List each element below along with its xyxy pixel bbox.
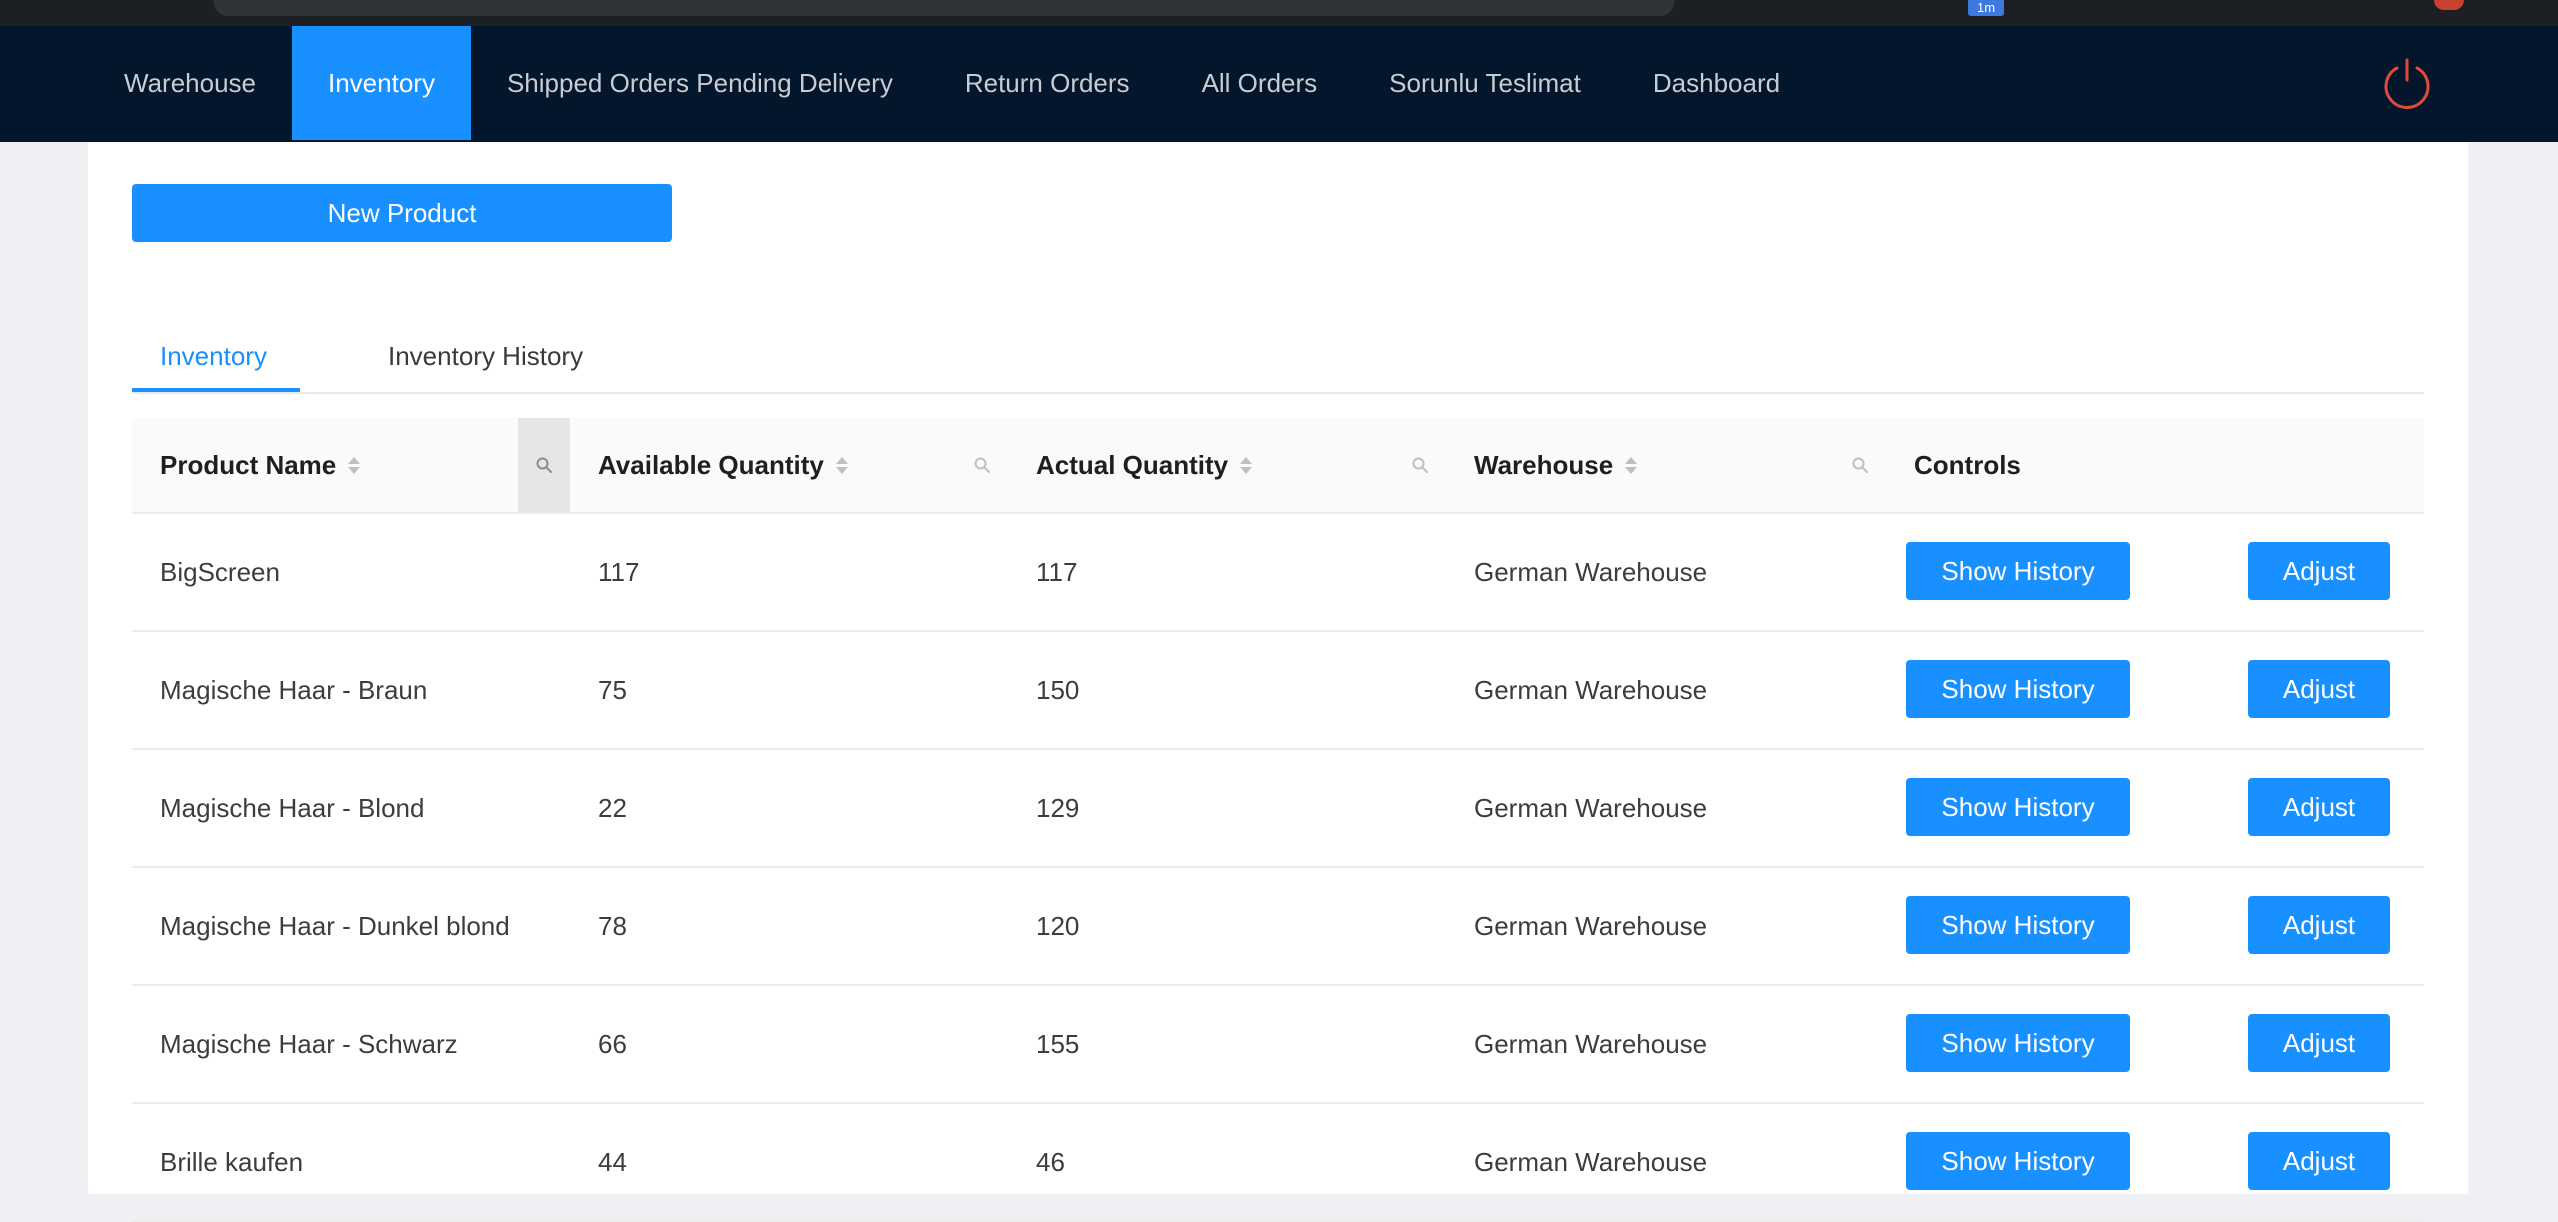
nav-item-inventory[interactable]: Inventory [292, 26, 471, 140]
adjust-button[interactable]: Adjust [2248, 542, 2390, 600]
tab-inventory[interactable]: Inventory [160, 320, 267, 392]
product-name-cell: Brille kaufen [160, 1146, 304, 1177]
sort-icon[interactable] [1240, 456, 1253, 474]
nav-item-return-orders[interactable]: Return Orders [929, 26, 1166, 140]
table-row: Magische Haar - Schwarz 66 155 German Wa… [132, 986, 2424, 1104]
column-title: Actual Quantity [1036, 449, 1229, 480]
adjust-button[interactable]: Adjust [2248, 1014, 2390, 1072]
tab-bar: Inventory Inventory History [132, 320, 2424, 394]
column-title: Warehouse [1474, 449, 1614, 480]
show-history-button[interactable]: Show History [1906, 896, 2130, 954]
actual-quantity-cell: 120 [1036, 910, 1080, 941]
actual-quantity-cell: 150 [1036, 674, 1080, 705]
show-history-button[interactable]: Show History [1906, 1132, 2130, 1190]
sort-icon[interactable] [348, 456, 361, 474]
extension-badge[interactable]: 1m [1968, 0, 2004, 16]
nav-item-dashboard[interactable]: Dashboard [1617, 26, 1816, 140]
show-history-button[interactable]: Show History [1906, 660, 2130, 718]
column-header-product-name[interactable]: Product Name [160, 418, 361, 512]
table-row: Magische Haar - Blond 22 129 German Ware… [132, 750, 2424, 868]
content-panel: New Product Inventory Inventory History … [88, 142, 2468, 1222]
sort-icon[interactable] [835, 456, 848, 474]
table-row: Brille kaufen 44 46 German Warehouse Sho… [132, 1104, 2424, 1222]
search-icon[interactable] [1394, 418, 1446, 512]
nav-item-sorunlu-teslimat[interactable]: Sorunlu Teslimat [1353, 26, 1617, 140]
nav-item-all-orders[interactable]: All Orders [1166, 26, 1354, 140]
warehouse-cell: German Warehouse [1474, 792, 1708, 823]
actual-quantity-cell: 129 [1036, 792, 1080, 823]
nav-item-shipped-orders-pending-delivery[interactable]: Shipped Orders Pending Delivery [471, 26, 929, 140]
logout-button[interactable] [2380, 56, 2434, 110]
adjust-button[interactable]: Adjust [2248, 660, 2390, 718]
actual-quantity-cell: 117 [1036, 556, 1078, 587]
nav-item-warehouse[interactable]: Warehouse [88, 26, 292, 140]
nav-menu: Warehouse Inventory Shipped Orders Pendi… [88, 26, 1816, 140]
available-quantity-cell: 78 [598, 910, 627, 941]
product-name-cell: Magische Haar - Braun [160, 674, 428, 705]
new-product-button[interactable]: New Product [132, 184, 672, 242]
warehouse-cell: German Warehouse [1474, 1146, 1708, 1177]
power-icon [2384, 58, 2430, 109]
warehouse-cell: German Warehouse [1474, 556, 1708, 587]
column-title: Available Quantity [598, 449, 824, 480]
column-header-controls: Controls [1914, 449, 2021, 480]
table-row: Magische Haar - Braun 75 150 German Ware… [132, 632, 2424, 750]
profile-avatar[interactable] [2434, 0, 2464, 10]
available-quantity-cell: 66 [598, 1028, 627, 1059]
available-quantity-cell: 44 [598, 1146, 627, 1177]
actual-quantity-cell: 46 [1036, 1146, 1065, 1177]
available-quantity-cell: 75 [598, 674, 627, 705]
product-name-cell: Magische Haar - Blond [160, 792, 425, 823]
adjust-button[interactable]: Adjust [2248, 778, 2390, 836]
warehouse-cell: German Warehouse [1474, 910, 1708, 941]
show-history-button[interactable]: Show History [1906, 1014, 2130, 1072]
show-history-button[interactable]: Show History [1906, 778, 2130, 836]
column-header-actual-quantity[interactable]: Actual Quantity [1036, 418, 1253, 512]
product-name-cell: Magische Haar - Dunkel blond [160, 910, 510, 941]
table-header: Product Name Available Quantity Actual Q… [132, 418, 2424, 514]
table-row: Magische Haar - Dunkel blond 78 120 Germ… [132, 868, 2424, 986]
adjust-button[interactable]: Adjust [2248, 1132, 2390, 1190]
column-title: Product Name [160, 449, 337, 480]
inventory-table: Product Name Available Quantity Actual Q… [132, 418, 2424, 1222]
adjust-button[interactable]: Adjust [2248, 896, 2390, 954]
sort-icon[interactable] [1625, 456, 1638, 474]
warehouse-cell: German Warehouse [1474, 674, 1708, 705]
product-name-cell: BigScreen [160, 556, 280, 587]
table-row: BigScreen 117 117 German Warehouse Show … [132, 514, 2424, 632]
tab-inventory-history[interactable]: Inventory History [388, 320, 583, 392]
available-quantity-cell: 22 [598, 792, 627, 823]
browser-address-bar[interactable] [214, 0, 1674, 16]
search-icon[interactable] [518, 418, 570, 512]
tab-active-indicator [132, 388, 300, 392]
column-header-available-quantity[interactable]: Available Quantity [598, 418, 848, 512]
warehouse-cell: German Warehouse [1474, 1028, 1708, 1059]
browser-toolbar-strip: 1m [0, 0, 2558, 26]
search-icon[interactable] [956, 418, 1008, 512]
actual-quantity-cell: 155 [1036, 1028, 1080, 1059]
show-history-button[interactable]: Show History [1906, 542, 2130, 600]
search-icon[interactable] [1834, 418, 1886, 512]
column-header-warehouse[interactable]: Warehouse [1474, 418, 1638, 512]
product-name-cell: Magische Haar - Schwarz [160, 1028, 458, 1059]
available-quantity-cell: 117 [598, 556, 640, 587]
